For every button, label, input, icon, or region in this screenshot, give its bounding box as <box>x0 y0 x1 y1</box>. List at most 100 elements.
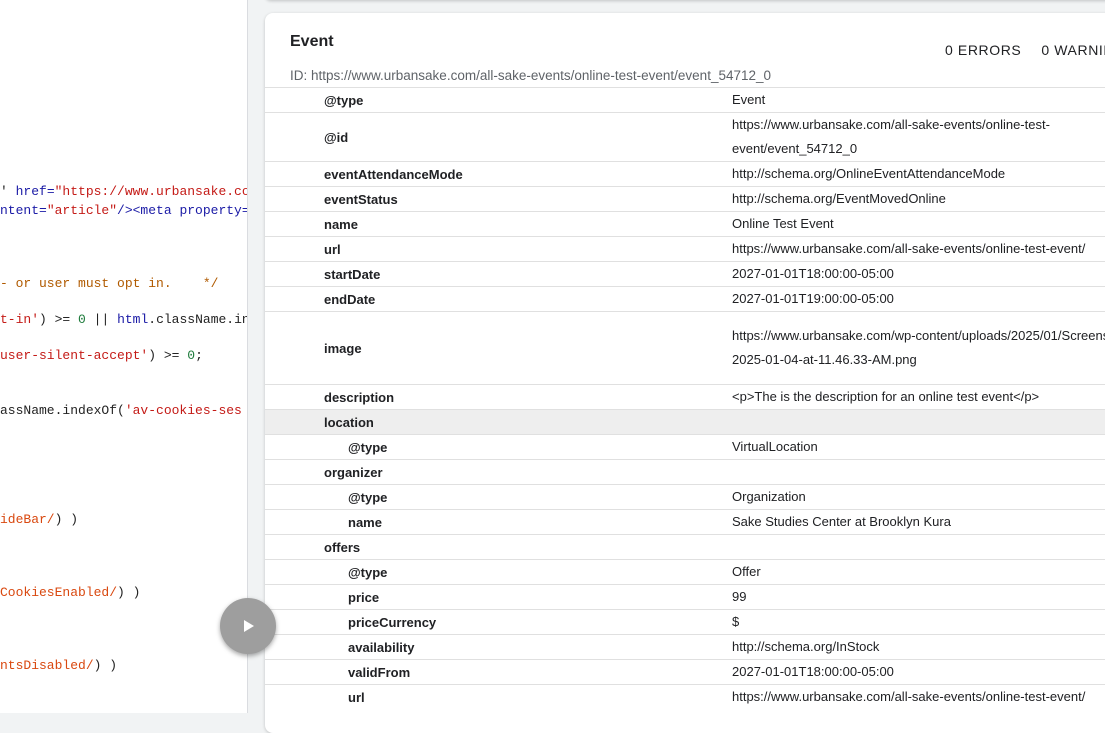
code-token: ) >= <box>148 348 188 363</box>
code-token: assName.indexOf( <box>0 403 125 418</box>
property-row: location <box>265 409 1105 434</box>
property-row: endDate 2027-01-01T19:00:00-05:00 <box>265 286 1105 311</box>
property-key: offers <box>324 539 361 555</box>
property-value: Sake Studies Center at Brooklyn Kura <box>732 514 951 529</box>
property-row: availability http://schema.org/InStock <box>265 634 1105 659</box>
code-token: 'av-cookies-ses <box>124 403 242 418</box>
property-value: Offer <box>732 564 761 579</box>
property-key: @type <box>348 489 388 505</box>
property-key: @type <box>324 92 364 108</box>
property-key: eventAttendanceMode <box>324 166 463 182</box>
code-token: t-in' <box>0 312 40 327</box>
code-line: ntent="article"/><meta property= <box>0 203 248 219</box>
property-value: 99 <box>732 589 747 604</box>
code-token: /><meta <box>117 203 180 218</box>
play-button[interactable] <box>220 598 276 654</box>
property-value: https://www.urbansake.com/all-sake-event… <box>732 117 1050 156</box>
property-key: availability <box>348 639 415 655</box>
code-token: ideBar/ <box>0 512 55 527</box>
code-line: ' href="https://www.urbansake.com <box>0 184 248 200</box>
property-row: price 99 <box>265 584 1105 609</box>
code-token: "article" <box>46 203 118 218</box>
item-id: ID: https://www.urbansake.com/all-sake-e… <box>290 68 772 83</box>
property-value: 2027-01-01T18:00:00-05:00 <box>732 664 894 679</box>
code-token: .className.ind <box>148 312 248 327</box>
code-token: ntent= <box>0 203 47 218</box>
property-key: organizer <box>324 464 383 480</box>
property-row: name Online Test Event <box>265 211 1105 236</box>
code-token: ' <box>0 184 16 199</box>
code-token: ntsDisabled/ <box>0 658 94 673</box>
property-key: @type <box>348 564 388 580</box>
source-code-pane[interactable]: ' href="https://www.urbansake.com ntent="… <box>0 0 248 713</box>
property-key: @type <box>348 439 388 455</box>
code-token: html <box>117 312 149 327</box>
code-token: "https://www.urbansake.com <box>54 184 248 199</box>
property-row: priceCurrency $ <box>265 609 1105 634</box>
property-row: @type Organization <box>265 484 1105 509</box>
code-token: CookiesEnabled/ <box>0 585 118 600</box>
property-row: url https://www.urbansake.com/all-sake-ev… <box>265 684 1105 709</box>
issue-counts: 0 ERRORS 0 WARNINGS <box>945 42 1105 58</box>
code-token: ) ) <box>54 512 79 527</box>
code-line: - or user must opt in. */ <box>0 276 218 292</box>
property-value: $ <box>732 614 740 629</box>
property-key: eventStatus <box>324 191 398 207</box>
code-token: 0 <box>187 348 196 363</box>
property-key: url <box>348 689 365 705</box>
play-icon <box>244 620 254 632</box>
property-row: image https://www.urbansake.com/wp-conten… <box>265 311 1105 384</box>
property-value: http://schema.org/EventMovedOnline <box>732 191 946 206</box>
property-row: eventStatus http://schema.org/EventMovedO… <box>265 186 1105 211</box>
property-row: validFrom 2027-01-01T18:00:00-05:00 <box>265 659 1105 684</box>
card-title: Event <box>290 33 334 50</box>
property-value: https://www.urbansake.com/wp-content/upl… <box>732 328 1105 367</box>
errors-count[interactable]: 0 ERRORS <box>945 42 1021 58</box>
code-line: assName.indexOf('av-cookies-ses <box>0 403 242 419</box>
property-table: @type Event @id https://www.urbansake.com/a… <box>265 87 1105 709</box>
property-key: priceCurrency <box>348 614 437 630</box>
property-value: http://schema.org/InStock <box>732 639 880 654</box>
property-row: url https://www.urbansake.com/all-sake-ev… <box>265 236 1105 261</box>
warnings-count[interactable]: 0 WARNINGS <box>1041 42 1105 58</box>
property-key: name <box>324 216 358 232</box>
code-token: || <box>85 312 118 327</box>
code-token: - or user must opt in. */ <box>0 276 219 291</box>
property-value: VirtualLocation <box>732 439 818 454</box>
code-token: ) ) <box>117 585 141 600</box>
property-key: url <box>324 241 341 257</box>
property-row: organizer <box>265 459 1105 484</box>
property-row: offers <box>265 534 1105 559</box>
property-key: description <box>324 389 395 405</box>
property-row: @id https://www.urbansake.com/all-sake-ev… <box>265 112 1105 161</box>
code-line: ideBar/) ) <box>0 512 78 528</box>
property-key: @id <box>324 129 349 145</box>
code-token: 0 <box>78 312 86 327</box>
property-row: description <p>The is the description for… <box>265 384 1105 409</box>
property-value: 2027-01-01T19:00:00-05:00 <box>732 291 894 306</box>
property-key: price <box>348 589 380 605</box>
property-key: location <box>324 414 374 430</box>
property-value: 2027-01-01T18:00:00-05:00 <box>732 266 894 281</box>
property-row: @type VirtualLocation <box>265 434 1105 459</box>
code-token: property= <box>179 203 248 218</box>
code-token: ; <box>195 348 203 363</box>
code-line: t-in') >= 0 || html.className.ind <box>0 312 248 328</box>
property-key: validFrom <box>348 664 411 680</box>
property-value: Online Test Event <box>732 216 834 231</box>
structured-data-card: Event 0 ERRORS 0 WARNINGS ID: https://www… <box>265 13 1105 733</box>
property-value: <p>The is the description for an online … <box>732 389 1040 404</box>
property-row: @type Offer <box>265 559 1105 584</box>
property-row: eventAttendanceMode http://schema.org/Onl… <box>265 161 1105 186</box>
property-row: startDate 2027-01-01T18:00:00-05:00 <box>265 261 1105 286</box>
code-line: CookiesEnabled/) ) <box>0 585 140 601</box>
property-value: http://schema.org/OnlineEventAttendanceM… <box>732 166 1006 181</box>
code-line: user-silent-accept') >= 0; <box>0 348 203 364</box>
code-token: user-silent-accept' <box>0 348 149 363</box>
code-token: ) >= <box>39 312 79 327</box>
property-value: Organization <box>732 489 806 504</box>
property-key: endDate <box>324 291 376 307</box>
code-token: ) ) <box>93 658 118 673</box>
code-token: href= <box>15 184 55 199</box>
property-value: https://www.urbansake.com/all-sake-event… <box>732 689 1086 704</box>
